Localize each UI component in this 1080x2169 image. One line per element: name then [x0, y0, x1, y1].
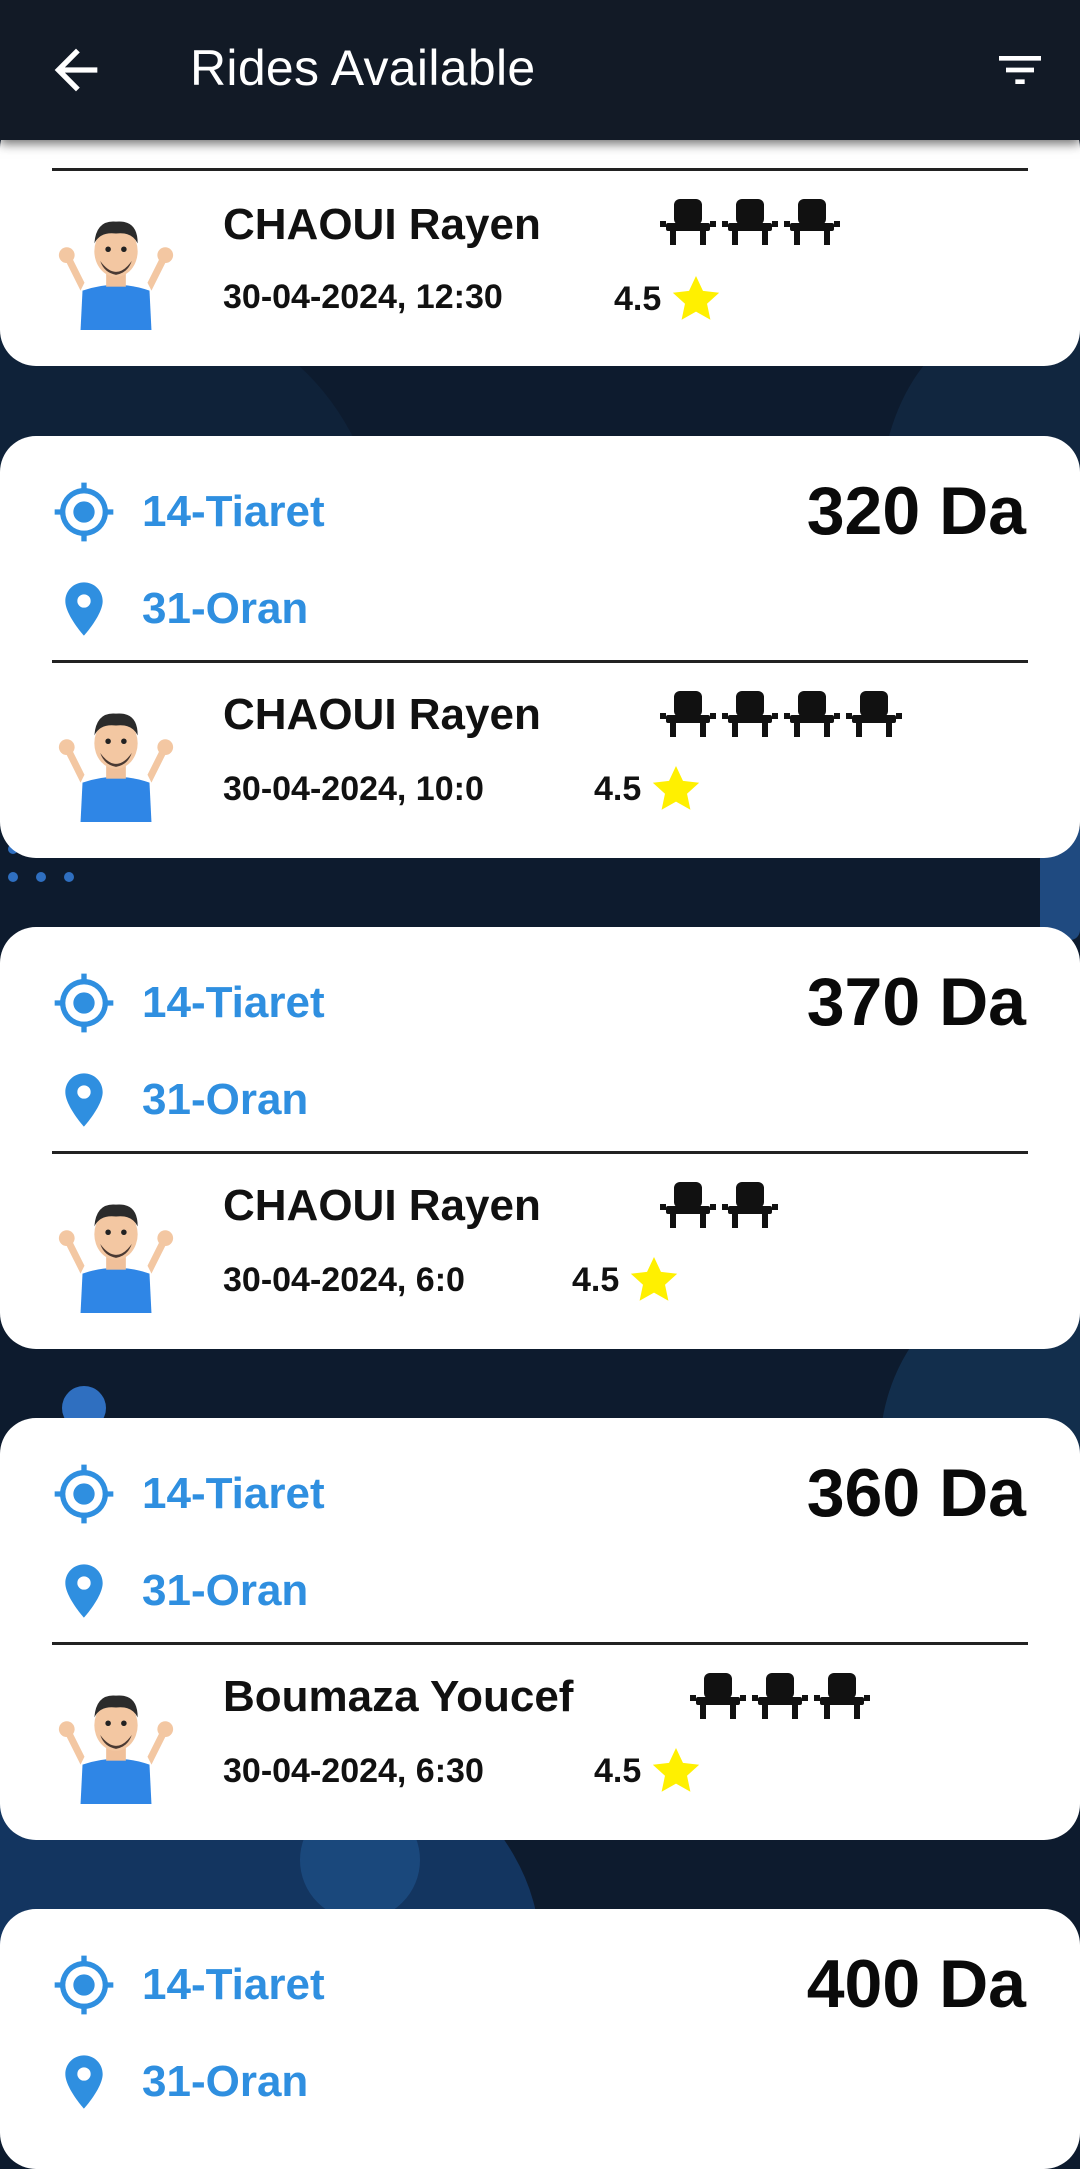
driver-rating: 4.5	[594, 762, 703, 816]
destination-city: 31-Oran	[142, 1075, 309, 1124]
ride-datetime: 30-04-2024, 6:0	[223, 1261, 465, 1299]
seat-icon	[784, 688, 840, 738]
destination-city: 31-Oran	[142, 2057, 309, 2106]
driver-avatar	[52, 1183, 180, 1313]
divider	[52, 1642, 1028, 1645]
ride-price: 370 Da	[806, 964, 1026, 1040]
location-pin-icon	[52, 577, 116, 641]
driver-rating: 4.5	[594, 1744, 703, 1798]
available-seats	[660, 688, 908, 738]
origin-row: 14-Tiaret	[52, 1464, 325, 1524]
location-pin-icon	[52, 1068, 116, 1132]
driver-name: CHAOUI Rayen	[223, 200, 541, 249]
seat-icon	[660, 688, 716, 738]
available-seats	[660, 1179, 784, 1229]
destination-row: 31-Oran	[52, 1561, 308, 1621]
available-seats	[660, 196, 846, 246]
star-icon	[649, 762, 703, 816]
seat-icon	[722, 1179, 778, 1229]
driver-avatar	[52, 1674, 180, 1804]
destination-city: 31-Oran	[142, 584, 309, 633]
page-title: Rides Available	[190, 40, 536, 96]
divider	[52, 660, 1028, 663]
driver-name: CHAOUI Rayen	[223, 1181, 541, 1230]
destination-row: 31-Oran	[52, 579, 308, 639]
rating-value: 4.5	[614, 279, 662, 318]
origin-city: 14-Tiaret	[142, 487, 325, 536]
ride-price: 400 Da	[806, 1946, 1026, 2022]
driver-avatar	[52, 692, 180, 822]
driver-avatar	[52, 200, 180, 330]
rating-value: 4.5	[572, 1260, 620, 1299]
seat-icon	[722, 688, 778, 738]
origin-row: 14-Tiaret	[52, 1955, 325, 2015]
driver-rating: 4.5	[572, 1253, 681, 1307]
seat-icon	[784, 196, 840, 246]
ride-card[interactable]: 14-Tiaret 370 Da 31-Oran CHAOUI Rayen 30…	[0, 927, 1080, 1349]
divider	[52, 1151, 1028, 1154]
ride-datetime: 30-04-2024, 10:0	[223, 770, 484, 808]
origin-city: 14-Tiaret	[142, 978, 325, 1027]
star-icon	[627, 1253, 681, 1307]
ride-price: 360 Da	[806, 1455, 1026, 1531]
available-seats	[690, 1670, 876, 1720]
rating-value: 4.5	[594, 769, 642, 808]
my-location-icon	[52, 971, 116, 1035]
rating-value: 4.5	[594, 1751, 642, 1790]
seat-icon	[690, 1670, 746, 1720]
ride-datetime: 30-04-2024, 6:30	[223, 1752, 484, 1790]
driver-rating: 4.5	[614, 272, 723, 326]
origin-city: 14-Tiaret	[142, 1469, 325, 1518]
origin-row: 14-Tiaret	[52, 482, 325, 542]
destination-row: 31-Oran	[52, 1070, 308, 1130]
location-pin-icon	[52, 2050, 116, 2114]
driver-name: Boumaza Youcef	[223, 1672, 574, 1721]
ride-card[interactable]: 14-Tiaret 360 Da 31-Oran Boumaza Youcef …	[0, 1418, 1080, 1840]
origin-city: 14-Tiaret	[142, 1960, 325, 2009]
app-bar: Rides Available	[0, 0, 1080, 140]
back-arrow-icon[interactable]	[44, 38, 108, 102]
my-location-icon	[52, 1953, 116, 2017]
driver-name: CHAOUI Rayen	[223, 690, 541, 739]
destination-city: 31-Oran	[142, 1566, 309, 1615]
ride-datetime: 30-04-2024, 12:30	[223, 278, 503, 316]
seat-icon	[722, 196, 778, 246]
filter-icon[interactable]	[990, 42, 1050, 98]
ride-card[interactable]: CHAOUI Rayen 30-04-2024, 12:30 4.5	[0, 112, 1080, 366]
destination-row: 31-Oran	[52, 2052, 308, 2112]
ride-card[interactable]: 14-Tiaret 320 Da 31-Oran CHAOUI Rayen 30…	[0, 436, 1080, 858]
seat-icon	[814, 1670, 870, 1720]
divider	[52, 168, 1028, 171]
my-location-icon	[52, 1462, 116, 1526]
ride-price: 320 Da	[806, 473, 1026, 549]
my-location-icon	[52, 480, 116, 544]
seat-icon	[752, 1670, 808, 1720]
seat-icon	[660, 196, 716, 246]
star-icon	[669, 272, 723, 326]
ride-card[interactable]: 14-Tiaret 400 Da 31-Oran	[0, 1909, 1080, 2169]
star-icon	[649, 1744, 703, 1798]
seat-icon	[660, 1179, 716, 1229]
location-pin-icon	[52, 1559, 116, 1623]
origin-row: 14-Tiaret	[52, 973, 325, 1033]
seat-icon	[846, 688, 902, 738]
